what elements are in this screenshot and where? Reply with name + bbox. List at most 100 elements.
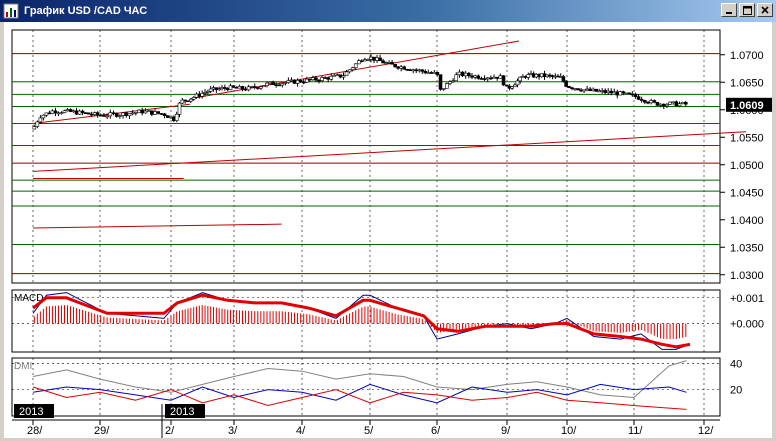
candle-body — [317, 79, 321, 82]
candle-body — [338, 74, 343, 78]
candle-body — [259, 86, 263, 89]
price-axis-label: 1.0500 — [730, 160, 764, 172]
candle-body — [655, 101, 660, 106]
candle-body — [441, 88, 446, 90]
candle-body — [636, 96, 641, 100]
candle-body — [237, 86, 242, 89]
candle-body — [262, 85, 266, 88]
candle-body — [80, 110, 85, 113]
candle-body — [95, 112, 100, 116]
candle-body — [353, 63, 358, 69]
candle-body — [429, 72, 434, 74]
dmi-title: DMI — [14, 361, 32, 372]
candle-body — [252, 86, 257, 88]
candle-body — [102, 115, 106, 117]
macd-axis-label: +0.001 — [730, 293, 764, 305]
price-axis-label: 1.0400 — [730, 215, 764, 227]
candle-body — [378, 57, 382, 62]
candle-body — [606, 90, 611, 93]
candle-body — [32, 126, 37, 130]
candle-body — [573, 88, 577, 90]
candle-body — [277, 84, 282, 87]
candle-body — [384, 62, 388, 64]
candle-body — [489, 77, 493, 80]
time-axis-label: 3/ — [228, 425, 238, 437]
chart-icon — [3, 3, 19, 19]
maximize-button[interactable] — [739, 3, 755, 17]
candle-body — [47, 112, 52, 115]
current-price-label: 1.0609 — [730, 100, 764, 112]
candle-body — [344, 71, 349, 77]
candle-body — [372, 56, 376, 61]
candle-body — [360, 60, 364, 63]
candle-body — [624, 92, 629, 95]
candle-body — [588, 88, 592, 92]
candle-body — [585, 88, 589, 91]
candle-body — [643, 100, 647, 103]
candle-body — [335, 74, 340, 77]
chart-area[interactable]: 1.0300 1.0350 1.0400 1.0450 1.0500 1.0550 1.06… — [4, 22, 772, 438]
candle-body — [363, 59, 367, 62]
candle-body — [105, 115, 109, 118]
candle-body — [423, 71, 428, 74]
candle-body — [243, 88, 248, 91]
minimize-icon — [726, 12, 732, 14]
candle-body — [38, 117, 43, 123]
candle-body — [143, 110, 148, 114]
window-titlebar[interactable]: График USD /CAD ЧАС — [0, 0, 776, 22]
candle-body — [375, 57, 379, 61]
year-label: 2013 — [170, 406, 194, 418]
dmi-axis-label: 20 — [730, 385, 742, 397]
candle-body — [411, 69, 416, 72]
candle-body — [408, 69, 413, 72]
candle-body — [473, 75, 477, 78]
candle-body — [498, 75, 503, 79]
candle-body — [633, 93, 638, 97]
close-button[interactable] — [757, 3, 773, 17]
candle-body — [130, 112, 135, 115]
candle-body — [159, 113, 164, 115]
window-frame-right — [772, 22, 776, 441]
candle-body — [124, 112, 129, 116]
candle-body — [492, 76, 496, 79]
candle-body — [350, 67, 355, 71]
candle-body — [615, 91, 620, 96]
candle-body — [680, 101, 685, 104]
candle-body — [658, 103, 663, 106]
close-icon — [761, 6, 769, 14]
candle-body — [268, 81, 272, 84]
candle-body — [476, 75, 481, 79]
year-label: 2013 — [19, 406, 43, 418]
candle-body — [432, 71, 437, 74]
candle-body — [609, 90, 614, 94]
candle-body — [396, 66, 400, 69]
maximize-icon — [742, 5, 752, 15]
candle-body — [393, 63, 397, 68]
candle-body — [661, 103, 666, 107]
candle-body — [515, 80, 520, 86]
candle-body — [249, 86, 254, 88]
candle-body — [74, 110, 79, 115]
candle-body — [501, 75, 506, 86]
candle-body — [600, 90, 604, 92]
candle-body — [482, 78, 487, 80]
candle-body — [295, 80, 300, 84]
candle-body — [286, 80, 291, 83]
candle-body — [283, 82, 288, 84]
candle-body — [627, 92, 632, 95]
candle-body — [326, 77, 330, 80]
candle-body — [495, 76, 500, 79]
candle-body — [271, 81, 275, 86]
time-axis-label: 12/ — [698, 425, 714, 437]
price-axis-label: 1.0300 — [730, 270, 764, 282]
candle-body — [274, 84, 278, 87]
candle-body — [134, 112, 138, 114]
candle-body — [166, 115, 170, 118]
candle-body — [594, 88, 598, 92]
candle-body — [77, 110, 82, 115]
candle-body — [470, 75, 474, 78]
candle-body — [118, 115, 122, 117]
candle-body — [526, 74, 531, 78]
minimize-button[interactable] — [721, 3, 737, 17]
price-axis-label: 1.0550 — [730, 132, 764, 144]
